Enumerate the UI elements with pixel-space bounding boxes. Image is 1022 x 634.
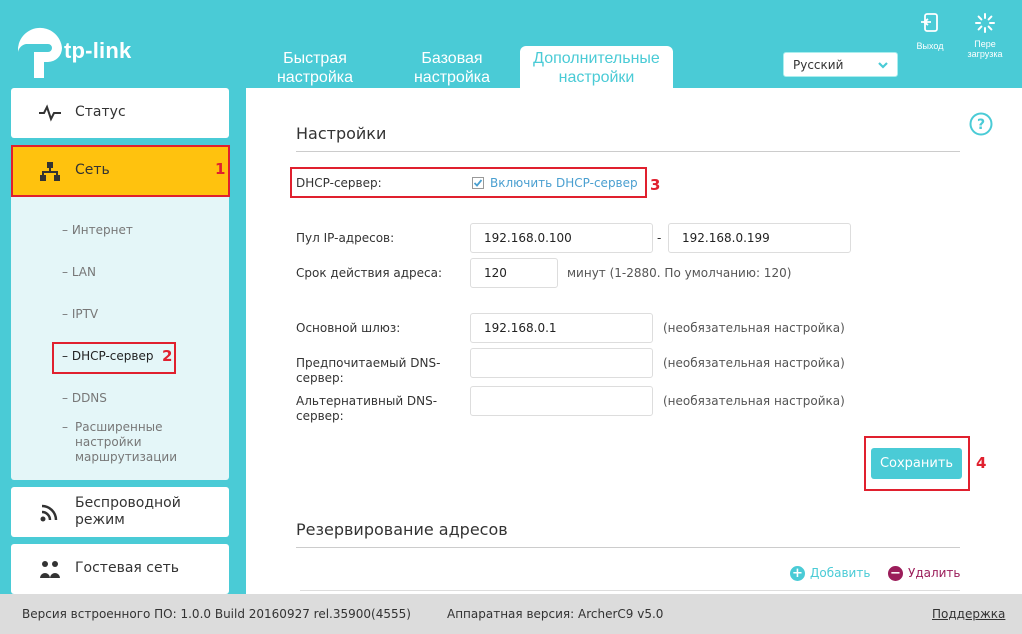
primary-dns-optional-note: (необязательная настройка)	[663, 356, 845, 370]
submenu-item-label: DDNS	[71, 391, 107, 405]
ip-pool-label: Пул IP-адресов:	[296, 231, 395, 245]
submenu-item-ddns[interactable]: – DDNS	[62, 391, 107, 406]
submenu-item-label: Расширенные настройки маршрутизации	[75, 420, 178, 464]
settings-section-title: Настройки	[296, 124, 387, 143]
delete-button[interactable]: − Удалить	[888, 565, 961, 581]
sidebar-item-guest[interactable]: Гостевая сеть	[11, 544, 229, 594]
lease-time-note: минут (1-2880. По умолчанию: 120)	[567, 266, 792, 280]
lease-time-input[interactable]: 120	[470, 258, 558, 288]
section-divider	[296, 151, 960, 152]
hardware-version: Аппаратная версия: ArcherC9 v5.0	[447, 607, 664, 621]
sidebar-item-status[interactable]: Статус	[11, 88, 229, 138]
tab-advanced[interactable]: Дополнительные настройки	[520, 46, 673, 89]
annotation-number-2: 2	[162, 347, 173, 365]
annotation-number-3: 3	[650, 176, 661, 194]
ip-pool-start-input[interactable]: 192.168.0.100	[470, 223, 653, 253]
annotation-box-1	[11, 145, 230, 197]
submenu-item-advanced-routing[interactable]: – Расширенные настройки маршрутизации	[62, 420, 182, 465]
section-divider	[296, 547, 960, 548]
help-icon[interactable]: ?	[969, 112, 993, 136]
logout-button[interactable]: Выход	[912, 12, 948, 51]
wifi-icon	[40, 504, 58, 522]
tab-quick-setup[interactable]: Быстрая настройка	[265, 46, 365, 89]
sidebar-item-label: Беспроводной режим	[75, 495, 181, 528]
logout-icon	[921, 13, 938, 32]
annotation-box-2	[52, 342, 176, 374]
pulse-icon	[39, 104, 61, 122]
annotation-number-4: 4	[976, 454, 987, 472]
logout-label: Выход	[916, 41, 944, 51]
ip-pool-end-input[interactable]: 192.168.0.199	[668, 223, 851, 253]
language-value: Русский	[793, 58, 844, 72]
reboot-label: Пере загрузка	[967, 39, 1003, 59]
language-select[interactable]: Русский	[783, 52, 898, 77]
annotation-box-3	[290, 167, 647, 198]
gateway-label: Основной шлюз:	[296, 321, 401, 335]
firmware-version: Версия встроенного ПО: 1.0.0 Build 20160…	[22, 607, 411, 621]
svg-text:?: ?	[977, 117, 985, 133]
reboot-icon	[975, 13, 995, 33]
add-button[interactable]: + Добавить	[790, 565, 870, 581]
plus-icon: +	[790, 566, 805, 581]
submenu-item-internet[interactable]: – Интернет	[62, 223, 133, 238]
sidebar-item-label: Статус	[75, 104, 126, 120]
submenu-item-label: IPTV	[71, 307, 99, 321]
gateway-optional-note: (необязательная настройка)	[663, 321, 845, 335]
annotation-number-1: 1	[215, 160, 226, 178]
primary-dns-label: Предпочитаемый DNS-сервер:	[296, 356, 441, 385]
add-label: Добавить	[810, 566, 871, 580]
alternate-dns-optional-note: (необязательная настройка)	[663, 394, 845, 408]
submenu-item-label: LAN	[71, 265, 96, 279]
alternate-dns-label: Альтернативный DNS-сервер:	[296, 394, 438, 423]
reboot-button[interactable]: Пере загрузка	[960, 12, 1010, 59]
delete-label: Удалить	[908, 566, 961, 580]
primary-dns-input[interactable]	[470, 348, 653, 378]
reservation-section-title: Резервирование адресов	[296, 520, 508, 539]
minus-icon: −	[888, 566, 903, 581]
annotation-box-4	[864, 436, 970, 491]
support-link[interactable]: Поддержка	[932, 607, 1005, 621]
tab-basic[interactable]: Базовая настройка	[402, 46, 502, 89]
gateway-input[interactable]: 192.168.0.1	[470, 313, 653, 343]
chevron-down-icon	[878, 62, 888, 69]
brand-logo-text: tp-link	[64, 38, 132, 63]
submenu-item-label: Интернет	[71, 223, 133, 237]
guest-network-icon	[40, 561, 60, 578]
alternate-dns-input[interactable]	[470, 386, 653, 416]
sidebar-item-wireless[interactable]: Беспроводной режим	[11, 487, 229, 537]
submenu-item-lan[interactable]: – LAN	[62, 265, 96, 280]
submenu-item-iptv[interactable]: – IPTV	[62, 307, 98, 322]
lease-time-label: Срок действия адреса:	[296, 266, 443, 280]
footer: Версия встроенного ПО: 1.0.0 Build 20160…	[0, 594, 1022, 634]
ip-pool-separator: -	[657, 231, 662, 245]
sidebar-item-label: Гостевая сеть	[75, 560, 179, 576]
